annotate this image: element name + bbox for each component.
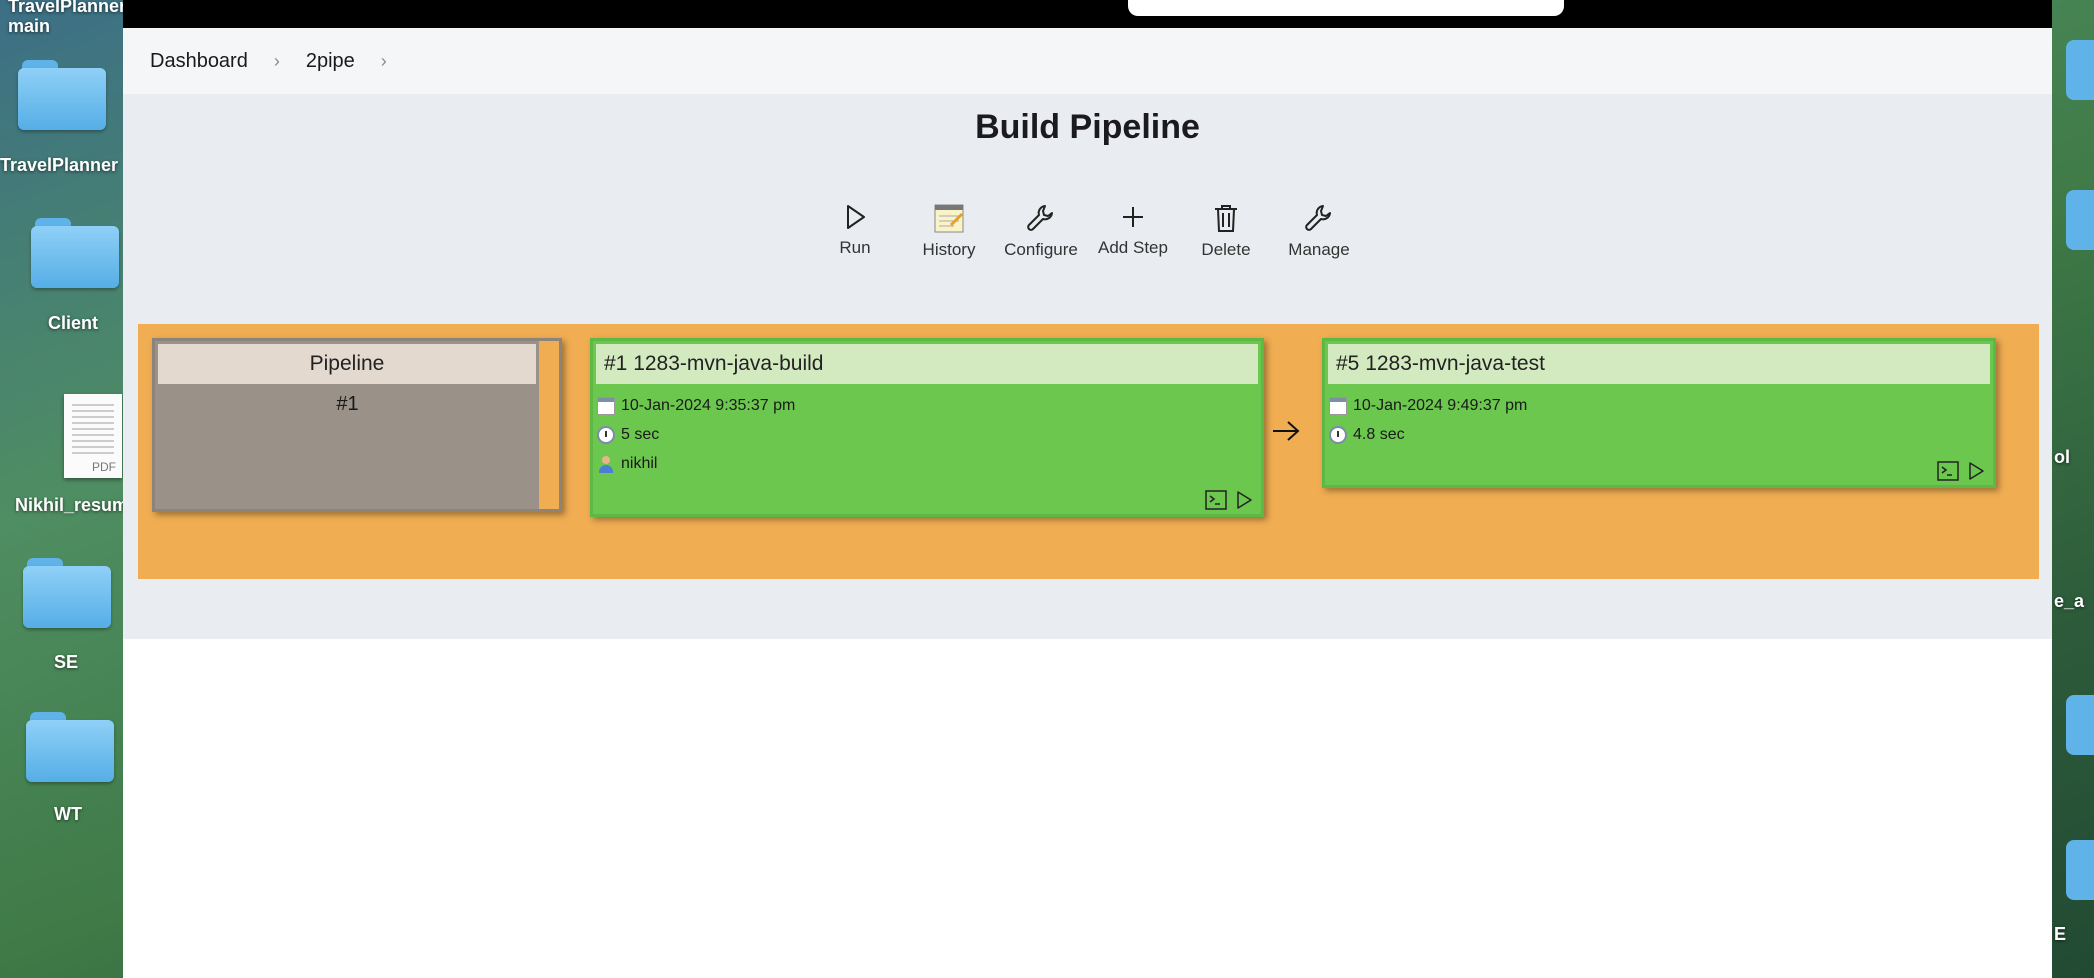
desktop-label-fragment: E — [2054, 924, 2067, 944]
calendar-icon — [1329, 397, 1347, 415]
folder-icon[interactable] — [31, 218, 119, 288]
browser-window: Dashboard › 2pipe › Build Pipeline Run H… — [123, 28, 2052, 978]
pipeline-card-stripe — [539, 341, 559, 509]
delete-button[interactable]: Delete — [1176, 202, 1276, 260]
user-icon — [597, 455, 615, 473]
clock-icon — [597, 426, 615, 444]
desktop-icon-label: TravelPlanner main — [8, 0, 127, 36]
play-icon — [847, 205, 865, 229]
folder-icon[interactable] — [26, 712, 114, 782]
pdf-badge: PDF — [92, 460, 116, 474]
add-step-label: Add Step — [1098, 238, 1168, 257]
build-user-text: nikhil — [621, 455, 658, 472]
desktop-label-fragment: ol — [2054, 447, 2070, 467]
rebuild-play-icon[interactable] — [1235, 490, 1253, 510]
pdf-file-icon[interactable]: PDF — [64, 394, 122, 478]
build-duration-text: 5 sec — [621, 426, 660, 443]
calendar-icon — [597, 397, 615, 415]
folder-icon[interactable] — [18, 60, 106, 130]
trash-icon — [1215, 205, 1237, 232]
build-actions — [1205, 490, 1253, 510]
manage-label: Manage — [1288, 240, 1350, 259]
console-icon[interactable] — [1937, 461, 1959, 481]
pipeline-run-number[interactable]: #1 — [155, 393, 540, 416]
build-title[interactable]: #1 1283-mvn-java-build — [596, 344, 1258, 384]
desktop-label-resume[interactable]: Nikhil_resum — [15, 495, 128, 516]
plus-icon — [1123, 207, 1143, 227]
history-label: History — [922, 240, 976, 259]
test-card[interactable]: #5 1283-mvn-java-test 10-Jan-2024 9:49:3… — [1322, 338, 1996, 488]
desktop-label-travelplanner-main[interactable]: TravelPlanner main — [8, 0, 126, 36]
desktop-label-fragment: e_a — [2054, 591, 2085, 611]
delete-label: Delete — [1201, 240, 1251, 259]
manage-button[interactable]: Manage — [1269, 202, 1369, 260]
build-date-text: 10-Jan-2024 9:35:37 pm — [621, 397, 796, 414]
notepad-icon — [934, 204, 964, 233]
build-duration: 5 sec — [597, 426, 659, 444]
configure-label: Configure — [1004, 240, 1078, 259]
add-step-button[interactable]: Add Step — [1083, 202, 1183, 258]
desktop-folder-fragment — [2066, 40, 2094, 100]
pipeline-card[interactable]: Pipeline #1 — [152, 338, 562, 512]
address-bar[interactable] — [1128, 0, 1564, 16]
chevron-right-icon: › — [273, 50, 280, 71]
rebuild-play-icon[interactable] — [1967, 461, 1985, 481]
test-duration-text: 4.8 sec — [1353, 426, 1405, 443]
build-card[interactable]: #1 1283-mvn-java-build 10-Jan-2024 9:35:… — [590, 338, 1264, 517]
desktop-label-client[interactable]: Client — [48, 313, 98, 334]
chevron-right-icon[interactable]: › — [381, 51, 387, 72]
pipeline-toolbar: Run History Configure Add Step Delete Ma… — [123, 202, 2052, 272]
desktop-label-travelplanner[interactable]: TravelPlanner — [0, 155, 118, 176]
test-title[interactable]: #5 1283-mvn-java-test — [1328, 344, 1990, 384]
page-title: Build Pipeline — [975, 108, 1200, 146]
configure-button[interactable]: Configure — [991, 202, 1091, 260]
desktop-label-wt[interactable]: WT — [54, 804, 82, 825]
breadcrumb-2pipe[interactable]: 2pipe — [306, 50, 355, 73]
run-button[interactable]: Run — [805, 202, 905, 258]
pipeline-card-header: Pipeline — [158, 344, 536, 384]
breadcrumb: Dashboard › 2pipe › — [123, 28, 2052, 94]
history-button[interactable]: History — [899, 202, 999, 260]
wrench-icon — [1027, 205, 1053, 231]
desktop-folder-fragment — [2066, 840, 2094, 900]
run-label: Run — [839, 238, 871, 257]
clock-icon — [1329, 426, 1347, 444]
build-user: nikhil — [597, 455, 657, 473]
folder-icon[interactable] — [23, 558, 111, 628]
desktop-folder-fragment — [2066, 190, 2094, 250]
desktop-label-se[interactable]: SE — [54, 652, 78, 673]
console-icon[interactable] — [1205, 490, 1227, 510]
arrow-right-icon — [1273, 421, 1300, 441]
main-content: Build Pipeline Run History Configure Add… — [123, 94, 2052, 639]
browser-top-bar — [123, 0, 2052, 28]
test-actions — [1937, 461, 1985, 481]
test-date-text: 10-Jan-2024 9:49:37 pm — [1353, 397, 1528, 414]
breadcrumb-dashboard[interactable]: Dashboard — [150, 50, 248, 73]
test-duration: 4.8 sec — [1329, 426, 1405, 444]
build-date: 10-Jan-2024 9:35:37 pm — [597, 397, 795, 415]
test-date: 10-Jan-2024 9:49:37 pm — [1329, 397, 1527, 415]
desktop-folder-fragment — [2066, 695, 2094, 755]
wrench-icon — [1305, 205, 1331, 231]
pipeline-view: Pipeline #1 #1 1283-mvn-java-build 10-Ja… — [138, 324, 2039, 579]
